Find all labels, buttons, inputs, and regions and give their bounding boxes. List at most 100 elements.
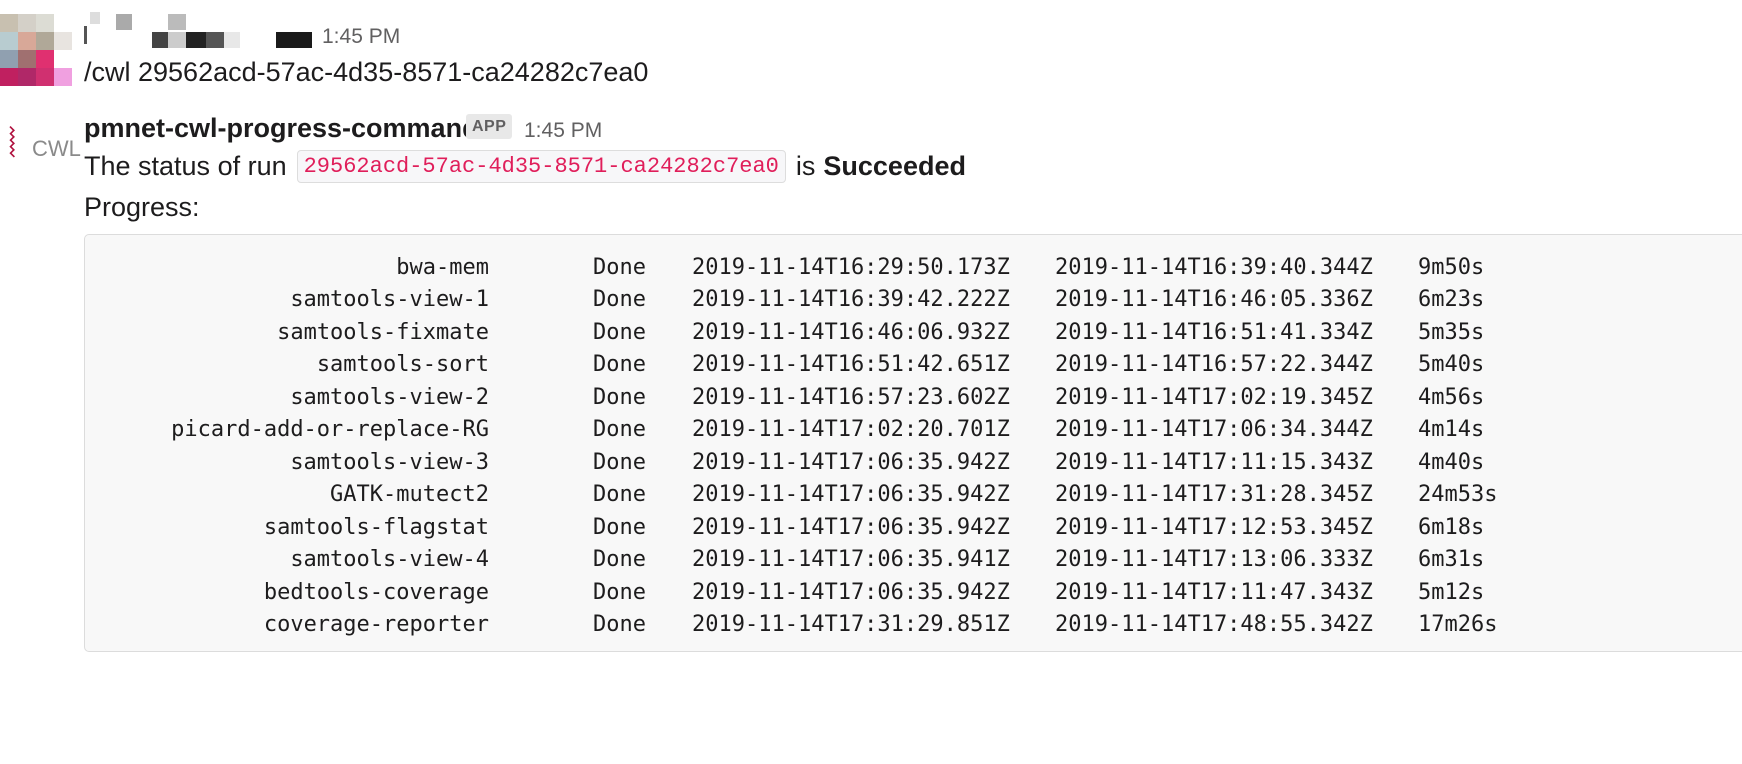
step-status: Done xyxy=(593,287,646,313)
progress-row: samtools-view-1 Done 2019-11-14T16:39:42.2… xyxy=(85,284,1497,317)
progress-row: samtools-view-3 Done 2019-11-14T17:06:35.9… xyxy=(85,446,1497,479)
avatar-pixel xyxy=(0,14,18,32)
start-time: 2019-11-14T17:06:35.942Z xyxy=(692,482,1010,508)
step-name: coverage-reporter xyxy=(263,612,489,638)
progress-row: bedtools-coverage Done 2019-11-14T17:06:35… xyxy=(85,576,1497,609)
progress-row: samtools-sort Done 2019-11-14T16:51:42.651… xyxy=(85,349,1497,382)
run-id-code: 29562acd-57ac-4d35-8571-ca24282c7ea0 xyxy=(296,150,786,183)
avatar-pixel xyxy=(18,14,36,32)
avatar-pixel xyxy=(18,32,36,50)
slash-command-text: /cwl 29562acd-57ac-4d35-8571-ca24282c7ea… xyxy=(84,57,649,87)
avatar-pixel xyxy=(18,68,36,86)
end-time: 2019-11-14T17:12:53.345Z xyxy=(1055,514,1373,540)
step-status: Done xyxy=(593,612,646,638)
step-name: GATK-mutect2 xyxy=(330,482,489,508)
start-time: 2019-11-14T17:06:35.942Z xyxy=(692,579,1010,605)
end-time: 2019-11-14T17:02:19.345Z xyxy=(1055,384,1373,410)
avatar-pixel xyxy=(36,50,54,68)
avatar-pixel xyxy=(54,32,72,50)
user-name-redacted[interactable] xyxy=(84,12,314,52)
step-status: Done xyxy=(593,482,646,508)
progress-row: samtools-view-2 Done 2019-11-14T16:57:23.6… xyxy=(85,381,1497,414)
avatar-pixel xyxy=(0,32,18,50)
start-time: 2019-11-14T17:31:29.851Z xyxy=(692,612,1010,638)
avatar-pixel xyxy=(0,50,18,68)
step-name: bedtools-coverage xyxy=(263,579,489,605)
step-name: samtools-fixmate xyxy=(277,319,489,345)
avatar-pixel xyxy=(54,68,72,86)
message-timestamp[interactable]: 1:45 PM xyxy=(322,25,400,49)
start-time: 2019-11-14T17:06:35.942Z xyxy=(692,449,1010,475)
step-name: samtools-sort xyxy=(316,352,489,378)
duration: 6m23s xyxy=(1418,287,1485,313)
duration: 4m40s xyxy=(1418,449,1485,475)
progress-row: coverage-reporter Done 2019-11-14T17:31:29… xyxy=(85,609,1498,642)
end-time: 2019-11-14T16:51:41.334Z xyxy=(1055,319,1373,345)
duration: 17m26s xyxy=(1418,612,1498,638)
step-status: Done xyxy=(593,547,646,573)
bot-message-timestamp[interactable]: 1:45 PM xyxy=(524,119,602,143)
step-name: samtools-view-4 xyxy=(290,547,489,573)
step-status: Done xyxy=(593,384,646,410)
step-status: Done xyxy=(593,319,646,345)
avatar-pixel xyxy=(36,14,54,32)
progress-table: bwa-mem Done 2019-11-14T16:29:50.173Z 2019-… xyxy=(85,251,1497,641)
status-line: The status of run 29562acd-57ac-4d35-857… xyxy=(84,150,966,183)
end-time: 2019-11-14T16:39:40.344Z xyxy=(1055,254,1373,280)
step-status: Done xyxy=(593,579,646,605)
step-status: Done xyxy=(593,449,646,475)
progress-row: bwa-mem Done 2019-11-14T16:29:50.173Z 2019-… xyxy=(85,251,1497,284)
step-name: samtools-view-1 xyxy=(290,287,489,313)
start-time: 2019-11-14T16:51:42.651Z xyxy=(692,352,1010,378)
duration: 4m56s xyxy=(1418,384,1485,410)
step-status: Done xyxy=(593,254,646,280)
step-name: samtools-view-2 xyxy=(290,384,489,410)
end-time: 2019-11-14T16:46:05.336Z xyxy=(1055,287,1373,313)
duration: 24m53s xyxy=(1418,482,1498,508)
status-prefix: The status of run xyxy=(84,151,287,181)
status-value: Succeeded xyxy=(823,151,966,181)
start-time: 2019-11-14T17:06:35.941Z xyxy=(692,547,1010,573)
avatar-pixel xyxy=(18,50,36,68)
bot-avatar[interactable]: ⦚ CWL xyxy=(4,118,81,178)
start-time: 2019-11-14T16:57:23.602Z xyxy=(692,384,1010,410)
progress-row: samtools-view-4 Done 2019-11-14T17:06:35.9… xyxy=(85,544,1497,577)
progress-row: GATK-mutect2 Done 2019-11-14T17:06:35.942Z… xyxy=(85,479,1497,512)
step-status: Done xyxy=(593,352,646,378)
step-name: picard-add-or-replace-RG xyxy=(171,417,489,443)
end-time: 2019-11-14T17:11:15.343Z xyxy=(1055,449,1373,475)
duration: 4m14s xyxy=(1418,417,1485,443)
avatar-pixel xyxy=(36,32,54,50)
end-time: 2019-11-14T17:48:55.342Z xyxy=(1055,612,1373,638)
step-status: Done xyxy=(593,417,646,443)
progress-row: samtools-flagstat Done 2019-11-14T17:06:35… xyxy=(85,511,1497,544)
end-time: 2019-11-14T17:13:06.333Z xyxy=(1055,547,1373,573)
duration: 9m50s xyxy=(1418,254,1485,280)
start-time: 2019-11-14T16:46:06.932Z xyxy=(692,319,1010,345)
duration: 6m18s xyxy=(1418,514,1485,540)
end-time: 2019-11-14T17:11:47.343Z xyxy=(1055,579,1373,605)
progress-row: picard-add-or-replace-RG Done 2019-11-14T1… xyxy=(85,414,1497,447)
end-time: 2019-11-14T16:57:22.344Z xyxy=(1055,352,1373,378)
zigzag-logo-icon: ⦚ xyxy=(8,121,17,167)
status-is: is xyxy=(795,151,816,181)
progress-label: Progress: xyxy=(84,192,200,222)
start-time: 2019-11-14T16:29:50.173Z xyxy=(692,254,1010,280)
end-time: 2019-11-14T17:31:28.345Z xyxy=(1055,482,1373,508)
user-avatar[interactable] xyxy=(0,14,72,86)
step-status: Done xyxy=(593,514,646,540)
avatar-pixel xyxy=(36,68,54,86)
app-badge: APP xyxy=(466,114,513,139)
avatar-pixel xyxy=(54,14,72,32)
start-time: 2019-11-14T17:06:35.942Z xyxy=(692,514,1010,540)
duration: 5m35s xyxy=(1418,319,1485,345)
progress-code-block: bwa-mem Done 2019-11-14T16:29:50.173Z 2019-… xyxy=(84,234,1742,652)
bot-name[interactable]: pmnet-cwl-progress-command xyxy=(84,113,479,144)
start-time: 2019-11-14T17:02:20.701Z xyxy=(692,417,1010,443)
duration: 5m12s xyxy=(1418,579,1485,605)
step-name: samtools-view-3 xyxy=(290,449,489,475)
step-name: samtools-flagstat xyxy=(263,514,489,540)
duration: 6m31s xyxy=(1418,547,1485,573)
step-name: bwa-mem xyxy=(396,254,489,280)
start-time: 2019-11-14T16:39:42.222Z xyxy=(692,287,1010,313)
